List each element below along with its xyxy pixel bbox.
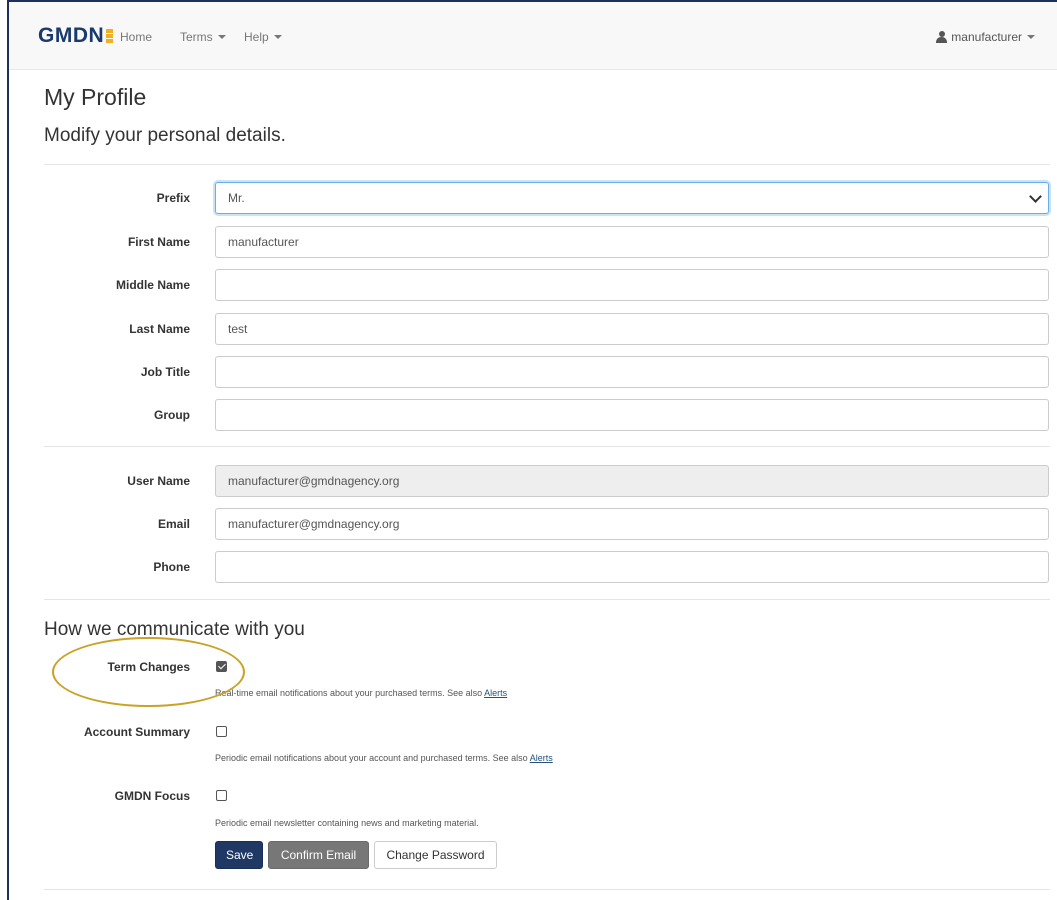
user-menu-label: manufacturer (951, 30, 1022, 44)
divider (44, 164, 1050, 165)
last-name-row: Last Name test (44, 313, 1050, 345)
nav-terms-label: Terms (180, 30, 213, 44)
job-title-input[interactable] (215, 356, 1049, 388)
group-row: Group (44, 399, 1050, 431)
account-summary-checkbox[interactable] (216, 726, 227, 737)
middle-name-label: Middle Name (115, 278, 190, 292)
user-icon (936, 31, 948, 43)
gmdn-logo[interactable]: GMDN (38, 24, 116, 48)
last-name-input[interactable]: test (215, 313, 1049, 345)
term-changes-row: Term Changes (44, 657, 1050, 677)
email-label: Email (157, 517, 190, 531)
middle-name-row: Middle Name (44, 269, 1050, 301)
email-input[interactable]: manufacturer@gmdnagency.org (215, 508, 1049, 540)
account-summary-alerts-link[interactable]: Alerts (530, 753, 553, 763)
job-title-row: Job Title (44, 356, 1050, 388)
prefix-select[interactable]: Mr. (215, 182, 1049, 214)
gmdn-focus-row: GMDN Focus (44, 786, 1050, 806)
job-title-label: Job Title (140, 365, 190, 379)
prefix-select-value: Mr. (228, 191, 245, 205)
group-input[interactable] (215, 399, 1049, 431)
page-title: My Profile (44, 84, 147, 110)
term-changes-help-text: Real-time email notifications about your… (215, 688, 485, 698)
chevron-down-icon (1029, 190, 1042, 203)
browser-frame: GMDN Home Terms Help manufacturer My Pro… (7, 0, 1057, 900)
account-summary-label: Account Summary (83, 725, 190, 739)
prefix-row: Prefix Mr. (44, 182, 1050, 214)
first-name-input[interactable]: manufacturer (215, 226, 1049, 258)
middle-name-input[interactable] (215, 269, 1049, 301)
change-password-button[interactable]: Change Password (374, 841, 497, 869)
gmdn-focus-help: Periodic email newsletter containing new… (215, 818, 479, 828)
first-name-label: First Name (127, 235, 190, 249)
last-name-label: Last Name (129, 322, 190, 336)
nav-help-dropdown[interactable]: Help (244, 29, 282, 45)
navbar: GMDN Home Terms Help manufacturer (9, 2, 1057, 70)
form-actions: Save Confirm Email Change Password (44, 841, 1050, 869)
logo-mark-icon (106, 28, 116, 44)
user-name-input: manufacturer@gmdnagency.org (215, 465, 1049, 497)
gmdn-focus-checkbox[interactable] (216, 790, 227, 801)
first-name-row: First Name manufacturer (44, 226, 1050, 258)
term-changes-help: Real-time email notifications about your… (215, 687, 507, 699)
user-name-row: User Name manufacturer@gmdnagency.org (44, 465, 1050, 497)
term-changes-label: Term Changes (107, 660, 190, 674)
term-changes-checkbox[interactable] (216, 661, 227, 672)
nav-home-label: Home (120, 30, 153, 44)
divider (44, 446, 1050, 447)
prefix-label: Prefix (156, 191, 190, 205)
email-row: Email manufacturer@gmdnagency.org (44, 508, 1050, 540)
caret-down-icon (1027, 35, 1035, 39)
group-label: Group (154, 408, 190, 422)
page-subtitle: Modify your personal details. (44, 125, 286, 146)
term-changes-alerts-link[interactable]: Alerts (484, 688, 507, 698)
user-name-label: User Name (127, 474, 190, 488)
logo-text: GMDN (38, 24, 105, 47)
phone-row: Phone (44, 551, 1050, 583)
confirm-email-button[interactable]: Confirm Email (268, 841, 369, 869)
phone-label: Phone (153, 560, 190, 574)
account-summary-row: Account Summary (44, 722, 1050, 742)
gmdn-focus-label: GMDN Focus (114, 789, 190, 803)
save-button[interactable]: Save (215, 841, 263, 869)
user-menu-dropdown[interactable]: manufacturer (936, 29, 1035, 45)
communication-section-title: How we communicate with you (44, 619, 305, 640)
phone-input[interactable] (215, 551, 1049, 583)
divider (44, 599, 1050, 600)
nav-terms-dropdown[interactable]: Terms (180, 29, 226, 45)
nav-home-link[interactable]: Home (120, 29, 152, 45)
divider (44, 889, 1050, 890)
account-summary-help-text: Periodic email notifications about your … (215, 753, 530, 763)
caret-down-icon (217, 35, 226, 39)
caret-down-icon (273, 35, 282, 39)
account-summary-help: Periodic email notifications about your … (215, 752, 553, 764)
nav-help-label: Help (244, 30, 269, 44)
